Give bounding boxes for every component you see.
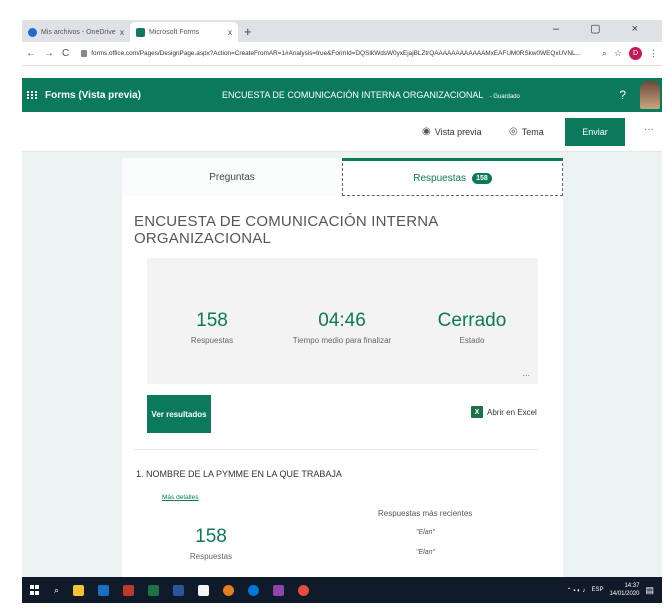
browser-tab-strip: Mis archivos - OneDrive x Microsoft Form… bbox=[22, 20, 662, 42]
palette-icon: ◎ bbox=[509, 126, 518, 137]
saved-status: - Guardado bbox=[489, 94, 520, 100]
tab-responses[interactable]: Respuestas 158 bbox=[342, 158, 563, 196]
form-tabs: Preguntas Respuestas 158 bbox=[122, 158, 563, 196]
clock[interactable]: 14:37 14/01/2020 bbox=[609, 582, 639, 598]
recent-response-item: "Elan" bbox=[416, 549, 435, 556]
recent-response-item: "Elan" bbox=[416, 529, 435, 536]
address-bar: ← → C forms.office.com/Pages/DesignPage.… bbox=[22, 42, 662, 66]
forward-icon[interactable]: → bbox=[44, 48, 54, 59]
clock-date: 14/01/2020 bbox=[609, 591, 640, 597]
stat-responses: 158 Respuestas bbox=[147, 310, 277, 345]
summary-stats: 158 Respuestas 04:46 Tiempo medio para f… bbox=[147, 258, 538, 384]
menu-icon[interactable]: ⋮ bbox=[649, 48, 658, 59]
language-indicator[interactable]: ESP bbox=[591, 587, 603, 593]
divider bbox=[134, 449, 538, 450]
recent-responses-title: Respuestas más recientes bbox=[378, 509, 473, 518]
theme-label: Tema bbox=[521, 126, 544, 137]
profile-avatar[interactable]: D bbox=[629, 47, 642, 60]
tab-responses-label: Respuestas bbox=[413, 172, 467, 184]
view-results-button[interactable]: Ver resultados bbox=[147, 395, 211, 433]
star-icon[interactable]: ☆ bbox=[614, 48, 622, 59]
user-avatar[interactable] bbox=[640, 81, 660, 109]
app-launcher-icon[interactable] bbox=[27, 91, 41, 99]
app-name[interactable]: Forms (Vista previa) bbox=[45, 90, 141, 101]
question-1-count-value: 158 bbox=[195, 526, 227, 547]
survey-title: ENCUESTA DE COMUNICACIÓN INTERNA ORGANIZ… bbox=[134, 213, 438, 247]
send-button[interactable]: Enviar bbox=[565, 118, 625, 146]
windows-taskbar: ⌕ ⌃ ▪ ◐ ♪ ESP 14:37 14/01/2020 ▤ bbox=[22, 577, 662, 603]
stat-status: Cerrado Estado bbox=[407, 310, 537, 345]
browser-tab-forms[interactable]: Microsoft Forms x bbox=[130, 22, 238, 42]
search-icon[interactable]: ⌕ bbox=[54, 585, 59, 596]
stat-status-value: Cerrado bbox=[437, 310, 507, 331]
file-explorer-icon[interactable] bbox=[73, 584, 85, 596]
command-bar: ◉ Vista previa ◎ Tema Enviar ··· bbox=[22, 112, 662, 152]
chrome-icon[interactable] bbox=[298, 584, 310, 596]
responses-count-badge: 158 bbox=[472, 172, 492, 184]
close-tab-icon[interactable]: x bbox=[120, 28, 124, 37]
stat-time-label: Tiempo medio para finalizar bbox=[292, 336, 392, 345]
forms-icon bbox=[136, 27, 145, 37]
question-1-count: 158 Respuestas bbox=[166, 526, 256, 561]
eye-icon: ◉ bbox=[422, 126, 431, 137]
stat-responses-value: 158 bbox=[196, 310, 228, 331]
browser-tab-onedrive[interactable]: Mis archivos - OneDrive x bbox=[22, 22, 130, 42]
more-details-link[interactable]: Más detalles bbox=[162, 494, 199, 501]
excel-icon: X bbox=[471, 406, 483, 418]
stat-average-time: 04:46 Tiempo medio para finalizar bbox=[277, 310, 407, 345]
firefox-icon[interactable] bbox=[223, 584, 235, 596]
stat-status-label: Estado bbox=[459, 336, 485, 345]
edge-icon[interactable] bbox=[98, 584, 110, 596]
help-icon[interactable]: ? bbox=[619, 88, 626, 102]
theme-button[interactable]: ◎ Tema bbox=[509, 126, 544, 137]
new-tab-button[interactable]: + bbox=[244, 24, 252, 39]
form-canvas: Preguntas Respuestas 158 ENCUESTA DE COM… bbox=[22, 152, 662, 577]
onedrive-icon bbox=[28, 27, 37, 37]
notifications-icon[interactable]: ▤ bbox=[645, 585, 654, 596]
tab-questions[interactable]: Preguntas bbox=[122, 158, 342, 196]
stat-time-value: 04:46 bbox=[318, 310, 366, 331]
open-in-excel-label: Abrir en Excel bbox=[487, 407, 537, 417]
stat-responses-label: Respuestas bbox=[190, 336, 234, 345]
window-controls[interactable]: – ▢ × bbox=[553, 22, 652, 35]
url-field[interactable]: forms.office.com/Pages/DesignPage.aspx?A… bbox=[77, 46, 596, 62]
stats-more-icon[interactable]: ... bbox=[522, 368, 530, 378]
clock-time: 14:37 bbox=[624, 583, 640, 589]
more-options-icon[interactable]: ··· bbox=[644, 124, 654, 135]
tray-icons[interactable]: ⌃ ▪ ◐ ♪ bbox=[567, 587, 586, 594]
preview-button[interactable]: ◉ Vista previa bbox=[422, 126, 482, 137]
open-in-excel-button[interactable]: X Abrir en Excel bbox=[471, 406, 537, 418]
forms-header: Forms (Vista previa) ENCUESTA DE COMUNIC… bbox=[22, 78, 662, 112]
form-title-text: ENCUESTA DE COMUNICACIÓN INTERNA ORGANIZ… bbox=[222, 90, 484, 100]
powerpoint-icon[interactable] bbox=[123, 584, 135, 596]
tab-label: Microsoft Forms bbox=[149, 28, 200, 36]
zoom-icon[interactable]: ⌕ bbox=[602, 48, 607, 59]
tab-label: Mis archivos - OneDrive bbox=[41, 28, 116, 36]
back-icon[interactable]: ← bbox=[26, 48, 36, 59]
store-icon[interactable] bbox=[198, 584, 210, 596]
question-1-title: 1. NOMBRE DE LA PYMME EN LA QUE TRABAJA bbox=[136, 469, 342, 479]
app-icon[interactable] bbox=[273, 584, 285, 596]
reload-icon[interactable]: C bbox=[62, 48, 69, 59]
lock-icon bbox=[81, 50, 88, 57]
excel-taskbar-icon[interactable] bbox=[148, 584, 160, 596]
windows-start-icon[interactable] bbox=[30, 585, 40, 595]
close-tab-icon[interactable]: x bbox=[228, 28, 232, 37]
ie-icon[interactable] bbox=[248, 584, 260, 596]
responses-panel: ENCUESTA DE COMUNICACIÓN INTERNA ORGANIZ… bbox=[122, 196, 563, 577]
form-title: ENCUESTA DE COMUNICACIÓN INTERNA ORGANIZ… bbox=[222, 90, 520, 100]
question-1-count-label: Respuestas bbox=[189, 552, 233, 561]
system-tray: ⌃ ▪ ◐ ♪ ESP 14:37 14/01/2020 ▤ bbox=[567, 582, 654, 598]
url-text: forms.office.com/Pages/DesignPage.aspx?A… bbox=[91, 50, 581, 57]
word-icon[interactable] bbox=[173, 584, 185, 596]
preview-label: Vista previa bbox=[434, 126, 482, 137]
